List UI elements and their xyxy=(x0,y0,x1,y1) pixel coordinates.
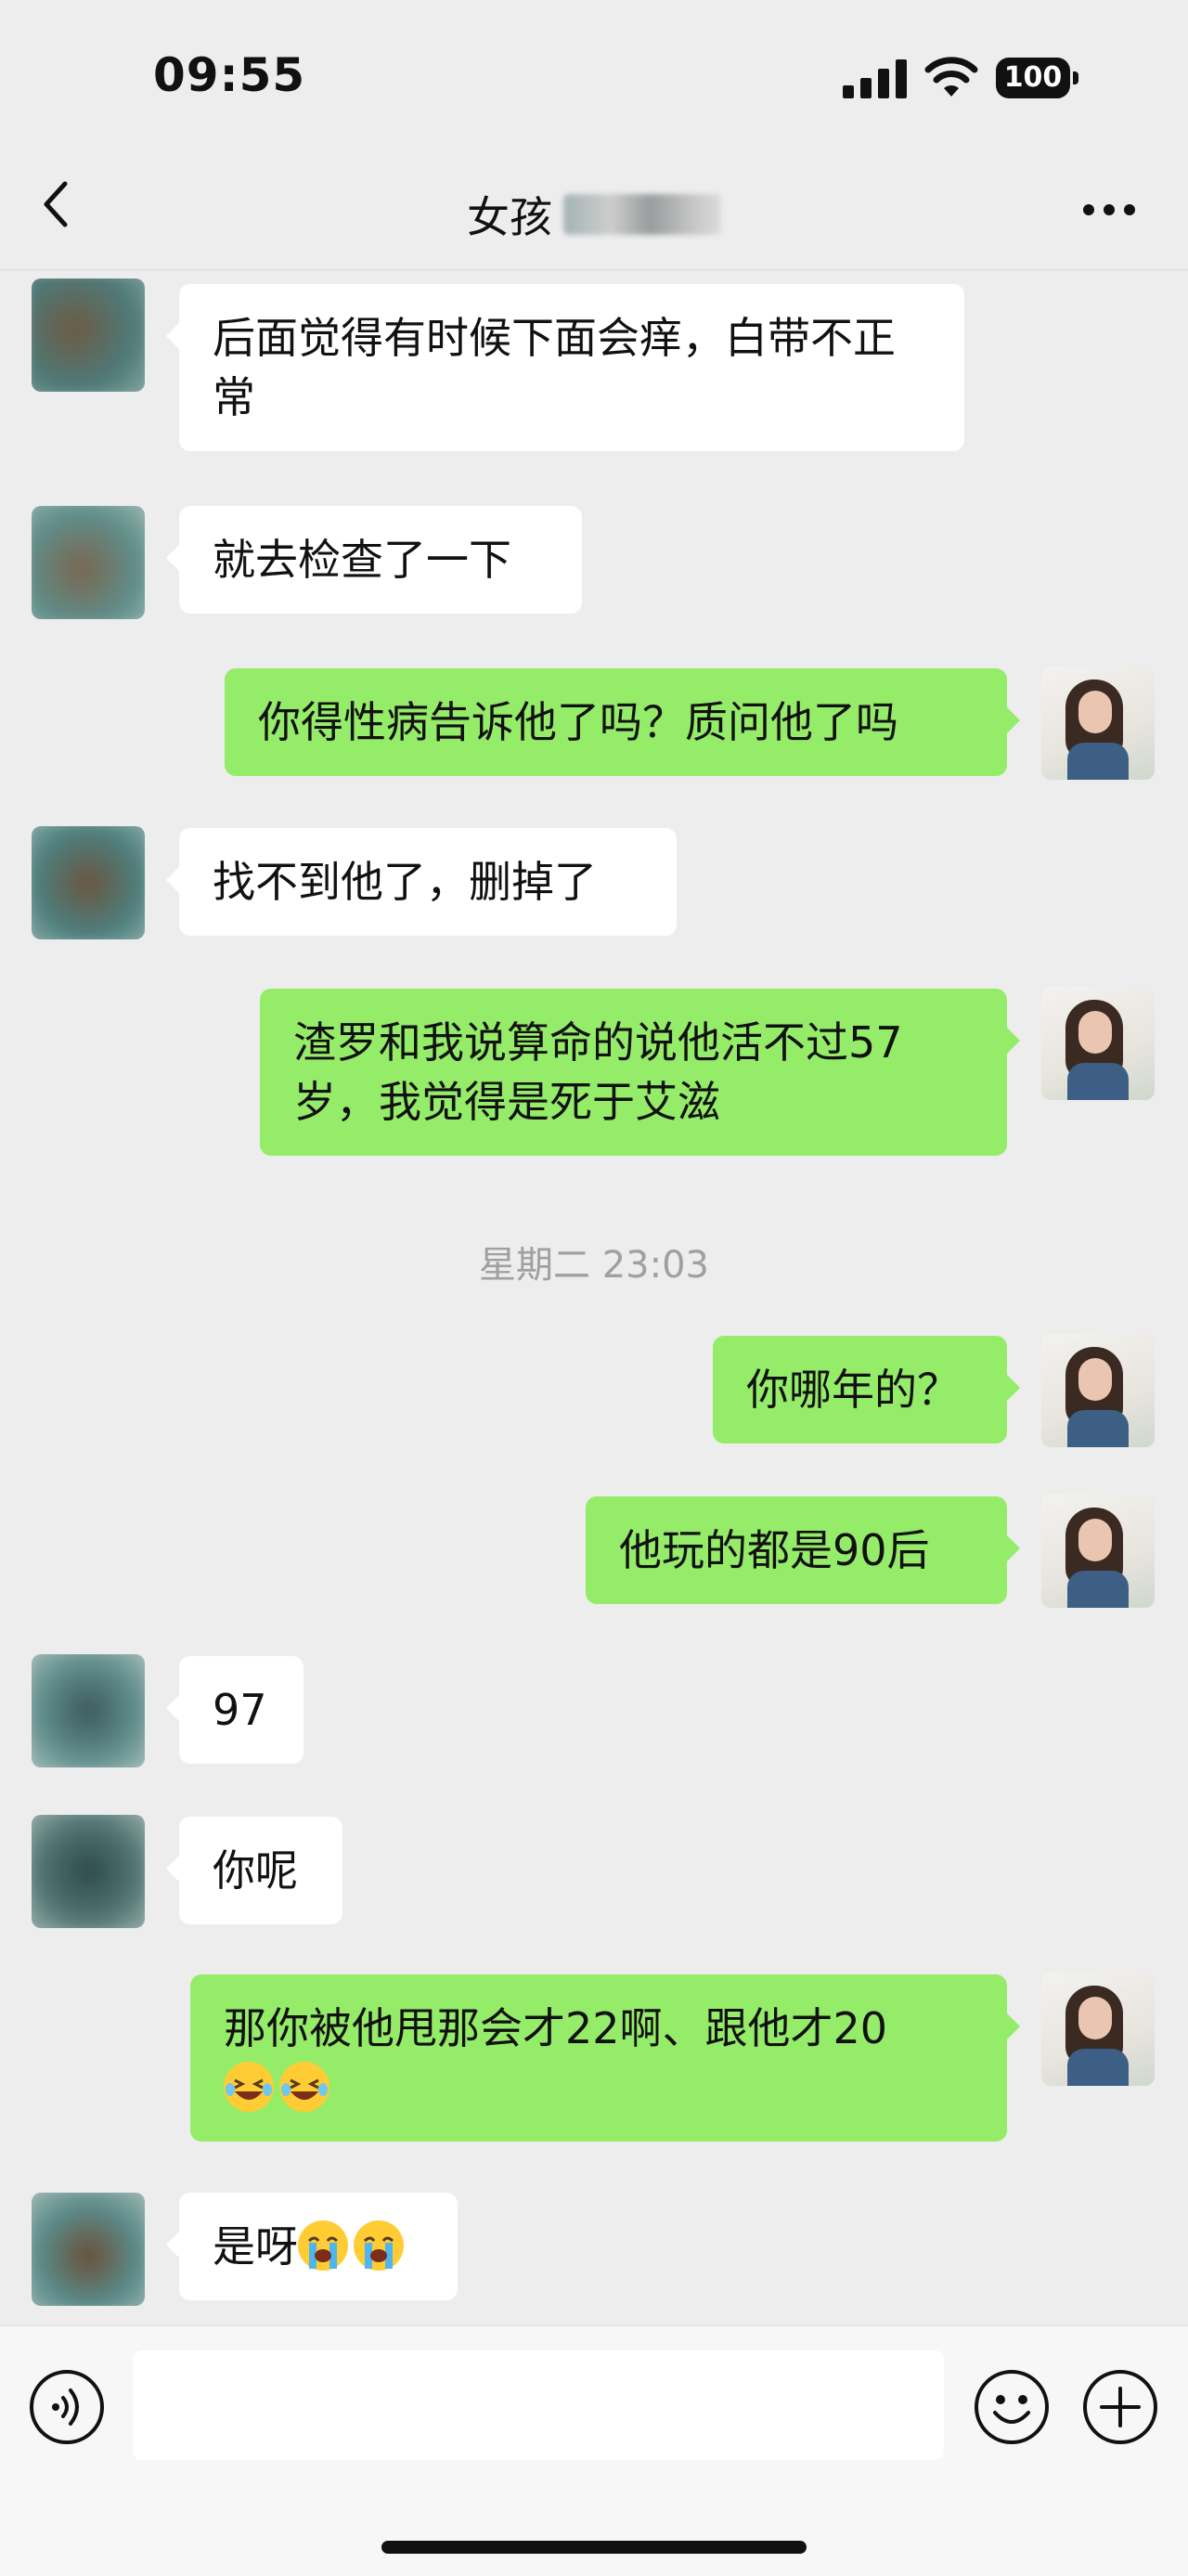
my-avatar[interactable] xyxy=(1041,987,1155,1100)
blurred-name xyxy=(563,194,721,235)
outgoing-message-bubble[interactable]: 你哪年的？ xyxy=(713,1336,1020,1443)
incoming-message-bubble[interactable]: 97 xyxy=(166,1656,303,1764)
voice-icon[interactable] xyxy=(28,2368,106,2446)
loudly-crying-icon xyxy=(298,2220,348,2271)
grin-squint-tears-icon xyxy=(224,2062,274,2112)
grin-squint-tears-icon xyxy=(279,2062,329,2112)
chat-header: 女孩 xyxy=(0,149,1188,270)
message-input[interactable] xyxy=(133,2350,944,2460)
battery-icon: 100 xyxy=(996,58,1079,98)
incoming-message-bubble[interactable]: 就去检查了一下 xyxy=(166,506,582,614)
contact-avatar[interactable] xyxy=(32,1654,145,1767)
plus-circle-icon[interactable] xyxy=(1081,2368,1159,2446)
loudly-crying-icon xyxy=(354,2220,404,2271)
home-indicator xyxy=(381,2541,807,2554)
outgoing-message-bubble[interactable]: 你得性病告诉他了吗？质问他了吗 xyxy=(225,668,1020,776)
my-avatar[interactable] xyxy=(1041,1495,1155,1608)
my-avatar[interactable] xyxy=(1041,667,1155,780)
incoming-message-bubble[interactable]: 找不到他了，删掉了 xyxy=(166,828,677,936)
chat-title: 女孩 xyxy=(0,184,1188,245)
contact-avatar[interactable] xyxy=(32,1815,145,1928)
more-dots-icon[interactable] xyxy=(1081,202,1137,217)
contact-avatar[interactable] xyxy=(32,506,145,619)
contact-avatar[interactable] xyxy=(32,278,145,392)
contact-avatar[interactable] xyxy=(32,2193,145,2306)
outgoing-message-bubble[interactable]: 渣罗和我说算命的说他活不过57岁，我觉得是死于艾滋 xyxy=(260,989,1020,1156)
incoming-message-bubble[interactable]: 是呀 xyxy=(166,2193,458,2300)
outgoing-message-bubble[interactable]: 那你被他甩那会才22啊、跟他才20 xyxy=(190,1974,1020,2142)
status-bar: 09:55 100 xyxy=(0,0,1188,149)
my-avatar[interactable] xyxy=(1041,1334,1155,1447)
message-text: 那你被他甩那会才22啊、跟他才20 xyxy=(224,2003,888,2053)
clock: 09:55 xyxy=(153,48,306,102)
message-text: 是呀 xyxy=(213,2221,298,2272)
wifi-icon xyxy=(924,57,978,97)
outgoing-message-bubble[interactable]: 他玩的都是90后 xyxy=(586,1496,1020,1604)
chat-title-text: 女孩 xyxy=(467,192,552,242)
battery-level: 100 xyxy=(996,58,1070,98)
timestamp: 星期二 23:03 xyxy=(479,1244,709,1287)
incoming-message-bubble[interactable]: 后面觉得有时候下面会痒，白带不正常 xyxy=(166,284,964,451)
cellular-signal-icon xyxy=(843,59,907,98)
contact-avatar[interactable] xyxy=(32,826,145,939)
my-avatar[interactable] xyxy=(1041,1973,1155,2086)
incoming-message-bubble[interactable]: 你呢 xyxy=(166,1817,342,1924)
smiley-icon[interactable] xyxy=(973,2368,1051,2446)
input-bar xyxy=(0,2325,1188,2576)
